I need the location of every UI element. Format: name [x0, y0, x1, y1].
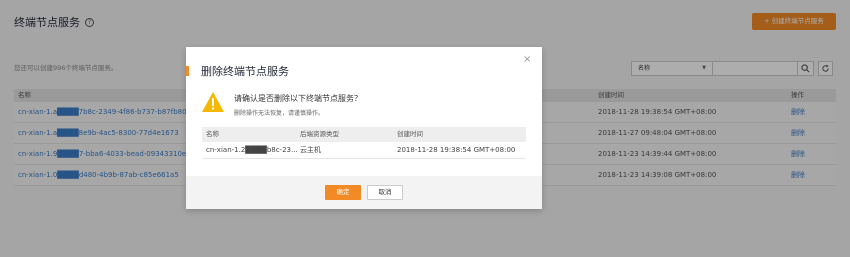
- delete-dialog: 删除终端节点服务 × 请确认是否删除以下终端节点服务？ 删除操作无法恢复，请谨慎…: [186, 47, 542, 209]
- dialog-title: 删除终端节点服务: [201, 65, 289, 78]
- cancel-button[interactable]: 取消: [367, 185, 403, 200]
- table-row: cn-xian-1.2████b8c-23... 云主机 2018-11-28 …: [202, 142, 526, 159]
- title-accent-bar: [186, 66, 189, 76]
- header-backend-type: 后端资源类型: [300, 130, 339, 138]
- confirm-button[interactable]: 确定: [325, 185, 361, 200]
- warning-icon: [202, 92, 224, 112]
- confirm-text: 请确认是否删除以下终端节点服务？: [234, 94, 362, 103]
- dialog-table: 名称 后端资源类型 创建时间 cn-xian-1.2████b8c-23... …: [202, 127, 526, 159]
- dialog-footer: 确定 取消: [186, 176, 542, 209]
- close-icon[interactable]: ×: [523, 55, 531, 65]
- header-name: 名称: [206, 130, 219, 138]
- service-name: cn-xian-1.2████b8c-23...: [206, 146, 298, 154]
- header-created: 创建时间: [397, 130, 423, 138]
- confirm-subtext: 删除操作无法恢复，请谨慎操作。: [234, 110, 325, 117]
- created-time: 2018-11-28 19:38:54 GMT+08:00: [397, 146, 516, 154]
- dialog-table-header: 名称 后端资源类型 创建时间: [202, 127, 526, 142]
- backend-type: 云主机: [300, 146, 321, 154]
